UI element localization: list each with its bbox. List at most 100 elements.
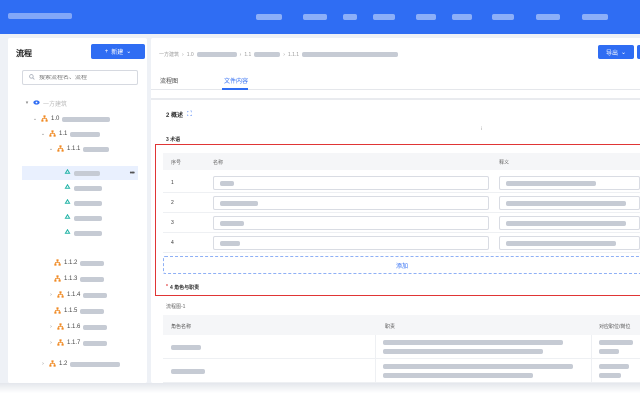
- terms-table-row: 2: [163, 193, 640, 213]
- tree-node-1-1-6[interactable]: › 1.1.6: [48, 320, 108, 334]
- recycle-process-icon: [64, 183, 71, 193]
- recycle-process-icon: [64, 213, 71, 223]
- nav-item-1[interactable]: [256, 14, 282, 20]
- main-panel: 一方建筑 › 1.0 › 1.1 › 1.1.1 导出 ⌄ 流程图 文件内容 2 …: [151, 38, 640, 383]
- nav-item-8[interactable]: [536, 14, 560, 20]
- export-button[interactable]: 导出 ⌄: [598, 45, 634, 59]
- search-box[interactable]: [22, 70, 138, 85]
- tree-node-1-1-2[interactable]: 1.1.2: [54, 256, 105, 270]
- tree-label: 1.1: [59, 131, 68, 137]
- duties-blurred: [383, 373, 533, 378]
- org-node-icon: [49, 359, 56, 369]
- position-blurred: [599, 373, 621, 378]
- term-name-input[interactable]: [213, 196, 489, 210]
- tree-node-root[interactable]: ▾ 一方建筑: [24, 96, 144, 110]
- flowchart-label: 流程图-1: [166, 304, 186, 310]
- breadcrumb-item[interactable]: 1.1.1: [288, 52, 299, 58]
- term-definition-input[interactable]: [499, 236, 640, 250]
- new-button-label: 新建: [111, 50, 124, 56]
- nav-item-4[interactable]: [373, 14, 395, 20]
- duties-blurred: [383, 364, 573, 369]
- breadcrumb-item[interactable]: 1.0: [187, 52, 194, 58]
- tree-leaf[interactable]: [64, 226, 102, 240]
- tree-label-blurred: [80, 260, 105, 266]
- tree-label: 1.1.6: [67, 324, 81, 330]
- tree-node-1-1[interactable]: ⌄ 1.1: [40, 127, 101, 141]
- tree-label: 1.1.7: [67, 340, 81, 346]
- roles-table-row: [163, 335, 640, 359]
- col-header-name: 名称: [213, 160, 224, 166]
- caret-right-icon: ›: [42, 361, 44, 367]
- chevron-down-icon: ⌄: [126, 49, 132, 55]
- process-sidebar: 流程 + 新建 ⌄ ▾ 一方建筑 ⌄ 1.0 ⌄ 1.1: [8, 38, 147, 383]
- content-tabs: 流程图 文件内容: [151, 70, 640, 90]
- tree-leaf[interactable]: [64, 211, 102, 225]
- position-blurred: [599, 349, 619, 354]
- tree-node-1-1-5[interactable]: 1.1.5: [54, 304, 105, 318]
- terms-table-row: 4: [163, 233, 640, 253]
- tree-node-1-0[interactable]: ⌄ 1.0: [32, 112, 111, 126]
- duties-blurred: [383, 349, 543, 354]
- input-value-blurred: [506, 180, 596, 186]
- term-name-input[interactable]: [213, 216, 489, 230]
- new-button[interactable]: + 新建 ⌄: [91, 44, 145, 59]
- tree-label-blurred: [83, 340, 108, 346]
- column-divider: [375, 335, 376, 358]
- tree-node-1-1-7[interactable]: › 1.1.7: [48, 336, 108, 350]
- add-row-button[interactable]: 添加: [163, 256, 640, 274]
- breadcrumb-item[interactable]: 一方建筑: [159, 51, 179, 58]
- term-name-input[interactable]: [213, 236, 489, 250]
- eye-icon: [33, 99, 40, 108]
- tree-label-blurred: [62, 116, 111, 122]
- tree-label-blurred: [70, 361, 121, 367]
- active-tab-indicator: [222, 88, 248, 90]
- tree-label-blurred: [80, 276, 105, 282]
- tree-leaf[interactable]: [64, 196, 102, 210]
- nav-item-6[interactable]: [452, 14, 472, 20]
- tab-file-content[interactable]: 文件内容: [224, 76, 248, 85]
- input-value-blurred: [506, 200, 626, 206]
- tree-label-blurred: [70, 131, 101, 137]
- org-node-icon: [57, 338, 64, 348]
- brand-logo: [8, 13, 72, 21]
- role-name-blurred: [171, 369, 205, 374]
- nav-item-9[interactable]: [582, 14, 608, 20]
- term-definition-input[interactable]: [499, 196, 640, 210]
- tree-node-1-1-3[interactable]: 1.1.3: [54, 272, 105, 286]
- app-window: 流程 + 新建 ⌄ ▾ 一方建筑 ⌄ 1.0 ⌄ 1.1: [0, 0, 640, 383]
- breadcrumb-blurred: [302, 52, 399, 57]
- term-definition-input[interactable]: [499, 176, 640, 190]
- row-number: 4: [171, 240, 174, 246]
- tree-label-blurred: [74, 170, 100, 176]
- breadcrumb-item[interactable]: 1.1: [244, 52, 251, 58]
- nav-item-3[interactable]: [343, 14, 357, 20]
- tree-leaf[interactable]: [64, 181, 102, 195]
- caret-right-icon: ›: [50, 292, 52, 298]
- nav-item-7[interactable]: [492, 14, 514, 20]
- term-name-input[interactable]: [213, 176, 489, 190]
- roles-heading-text: 4 角色与职责: [169, 285, 200, 291]
- more-options-icon[interactable]: •••: [130, 170, 135, 177]
- roles-table-header: 角色名称 职责 对应职位/岗位: [163, 315, 640, 335]
- tree-node-1-1-4[interactable]: › 1.1.4: [48, 288, 108, 302]
- tab-flowchart[interactable]: 流程图: [160, 76, 178, 85]
- tree-node-1-2[interactable]: › 1.2: [40, 357, 121, 371]
- caret-down-icon: ⌄: [48, 146, 54, 152]
- tree-node-1-1-1[interactable]: ⌄ 1.1.1: [48, 142, 110, 156]
- column-divider: [375, 359, 376, 382]
- expand-icon[interactable]: ⛶: [187, 111, 192, 119]
- plus-icon: +: [104, 48, 109, 55]
- overview-heading-text: 2 概述: [166, 113, 184, 119]
- tree-label-blurred: [74, 200, 102, 206]
- roles-table-row: [163, 359, 640, 383]
- tree-leaf-selected[interactable]: •••: [22, 166, 138, 180]
- recycle-process-icon: [64, 168, 71, 178]
- search-input[interactable]: [39, 74, 129, 81]
- roles-heading: * 4 角色与职责: [166, 284, 199, 291]
- row-number: 2: [171, 200, 174, 206]
- nav-item-5[interactable]: [416, 14, 436, 20]
- tree-label: 1.1.4: [67, 292, 81, 298]
- org-node-icon: [49, 129, 56, 139]
- nav-item-2[interactable]: [303, 14, 327, 20]
- term-definition-input[interactable]: [499, 216, 640, 230]
